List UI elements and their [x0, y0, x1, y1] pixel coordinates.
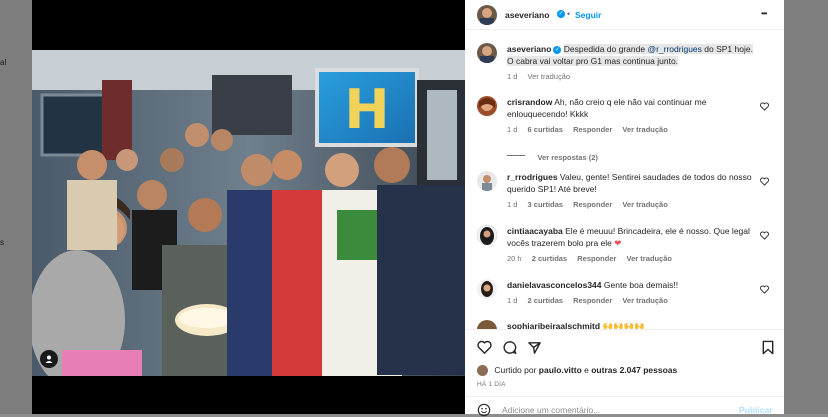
comment-timestamp[interactable]: 1 d — [507, 125, 517, 134]
dot-separator: • — [567, 9, 571, 19]
caption-mention-link[interactable]: @r_rrodrigues — [647, 44, 702, 54]
like-comment-heart-icon[interactable] — [760, 285, 769, 294]
liked-by-row: Curtido por paulo.vitto e outras 2.047 p… — [477, 365, 677, 377]
caption-timestamp[interactable]: 1 d — [507, 72, 517, 81]
comment-avatar[interactable] — [477, 225, 497, 245]
comment-item: sophiaribeiraalschmitd 🙌🙌🙌🙌 — [477, 320, 777, 329]
reply-button[interactable]: Responder — [577, 254, 616, 263]
author-avatar[interactable] — [477, 5, 497, 25]
background-page-strip — [784, 0, 828, 414]
view-replies-button[interactable]: Ver respostas (2) — [537, 153, 597, 162]
share-send-icon[interactable] — [527, 340, 542, 355]
reply-button[interactable]: Responder — [573, 125, 612, 134]
post-timestamp[interactable]: HÁ 1 DIA — [477, 381, 506, 388]
avatar-image — [480, 46, 494, 63]
comment-username[interactable]: danielavasconcelos344 — [507, 280, 602, 290]
like-heart-icon[interactable] — [477, 340, 492, 355]
reply-button[interactable]: Responder — [573, 296, 612, 305]
see-translation-link[interactable]: Ver tradução — [622, 125, 667, 134]
liked-by-conjunction: e — [581, 365, 592, 375]
author-avatar[interactable] — [477, 43, 497, 63]
see-translation-link[interactable]: Ver tradução — [627, 254, 672, 263]
add-comment-bar: Adicione um comentário... Publicar — [465, 396, 784, 417]
author-username[interactable]: aseveriano — [505, 10, 549, 20]
like-comment-heart-icon[interactable] — [760, 231, 769, 240]
comment-likes[interactable]: 6 curtidas — [528, 125, 563, 134]
like-comment-heart-icon[interactable] — [760, 177, 769, 186]
comment-avatar[interactable] — [477, 96, 497, 116]
comment-text: danielavasconcelos344 Gente boa demais!! — [507, 279, 757, 291]
comment-meta: 20 h 2 curtidas Responder Ver tradução — [507, 254, 757, 263]
reply-button[interactable]: Responder — [573, 200, 612, 209]
liked-by-avatar[interactable] — [477, 365, 488, 377]
comment-timestamp[interactable]: 20 h — [507, 254, 522, 263]
liked-by-prefix: Curtido por — [494, 365, 539, 375]
newsroom-group-photo: H — [32, 50, 465, 376]
comment-meta: 1 d 6 curtidas Responder Ver tradução — [507, 125, 757, 134]
background-text-fragment: al — [0, 58, 7, 67]
liked-by-others-link[interactable]: outras 2.047 pessoas — [591, 365, 677, 375]
verified-badge-icon: ✓ — [553, 45, 562, 54]
tagged-users-button[interactable] — [40, 350, 58, 368]
comment-timestamp[interactable]: 1 d — [507, 200, 517, 209]
avatar-image — [477, 171, 497, 191]
view-replies-row[interactable]: Ver respostas (2) — [507, 147, 598, 165]
comment-text: sophiaribeiraalschmitd 🙌🙌🙌🙌 — [507, 320, 757, 329]
avatar-image — [479, 98, 495, 111]
see-translation-link[interactable]: Ver tradução — [622, 296, 667, 305]
see-translation-link[interactable]: Ver tradução — [622, 200, 667, 209]
comment-meta: 1 d 2 curtidas Responder Ver tradução — [507, 296, 757, 305]
caption-meta: 1 d Ver tradução — [507, 72, 757, 81]
post-actions-section: Curtido por paulo.vitto e outras 2.047 p… — [465, 329, 784, 417]
post-photo[interactable]: H — [32, 50, 465, 376]
comment-message: 🙌🙌🙌🙌 — [602, 321, 645, 329]
background-text-fragment: s — [0, 238, 4, 247]
comment-likes[interactable]: 3 curtidas — [528, 200, 563, 209]
caption-username[interactable]: aseveriano — [507, 44, 551, 54]
avatar-image — [480, 8, 494, 25]
comment-bubble-icon[interactable] — [502, 340, 517, 355]
liked-by-username[interactable]: paulo.vitto — [539, 365, 582, 375]
avatar-image — [477, 279, 497, 299]
comment-avatar[interactable] — [477, 279, 497, 299]
comment-username[interactable]: sophiaribeiraalschmitd — [507, 321, 600, 329]
like-comment-heart-icon[interactable] — [760, 102, 769, 111]
comment-username[interactable]: r_rrodrigues — [507, 172, 558, 182]
comment-message: Gente boa demais!! — [603, 280, 679, 290]
comment-username[interactable]: crisrandow — [507, 97, 552, 107]
emoji-smile-icon[interactable] — [477, 403, 491, 417]
post-header: aseveriano ✓ • Seguir ••• — [465, 0, 784, 30]
comment-username[interactable]: cintiaacayaba — [507, 226, 563, 236]
comment-likes[interactable]: 2 curtidas — [532, 254, 567, 263]
reply-line — [507, 155, 525, 157]
verified-badge-icon: ✓ — [557, 10, 565, 18]
comment-text: cintiaacayaba Ele é meuuu! Brincadeira, … — [507, 225, 757, 249]
post-media-area: H — [32, 0, 465, 414]
comment-avatar[interactable] — [477, 320, 497, 329]
comment-avatar[interactable] — [477, 171, 497, 191]
avatar-image — [477, 225, 497, 245]
follow-button[interactable]: Seguir — [575, 10, 601, 20]
comment-likes[interactable]: 2 curtidas — [528, 296, 563, 305]
more-options-icon[interactable]: ••• — [761, 9, 767, 18]
svg-text:H: H — [344, 78, 389, 141]
caption-text: aseveriano ✓ Despedida do grande @r_rrodr… — [507, 43, 757, 67]
save-bookmark-icon[interactable] — [761, 340, 775, 355]
comment-meta: 1 d 3 curtidas Responder Ver tradução — [507, 200, 757, 209]
see-translation-link[interactable]: Ver tradução — [528, 72, 571, 81]
comment-text: crisrandow Ah, não creio q ele não vai c… — [507, 96, 757, 120]
background-page-strip: al s — [0, 0, 32, 414]
comment-text: r_rrodrigues Valeu, gente! Sentirei saud… — [507, 171, 757, 195]
caption-text-part: Despedida do grande — [563, 44, 648, 54]
post-details-panel: aseveriano ✓ • Seguir ••• aseveriano ✓ De… — [465, 0, 784, 417]
person-icon — [45, 355, 53, 363]
comment-timestamp[interactable]: 1 d — [507, 296, 517, 305]
red-heart-emoji: ❤ — [614, 238, 622, 248]
